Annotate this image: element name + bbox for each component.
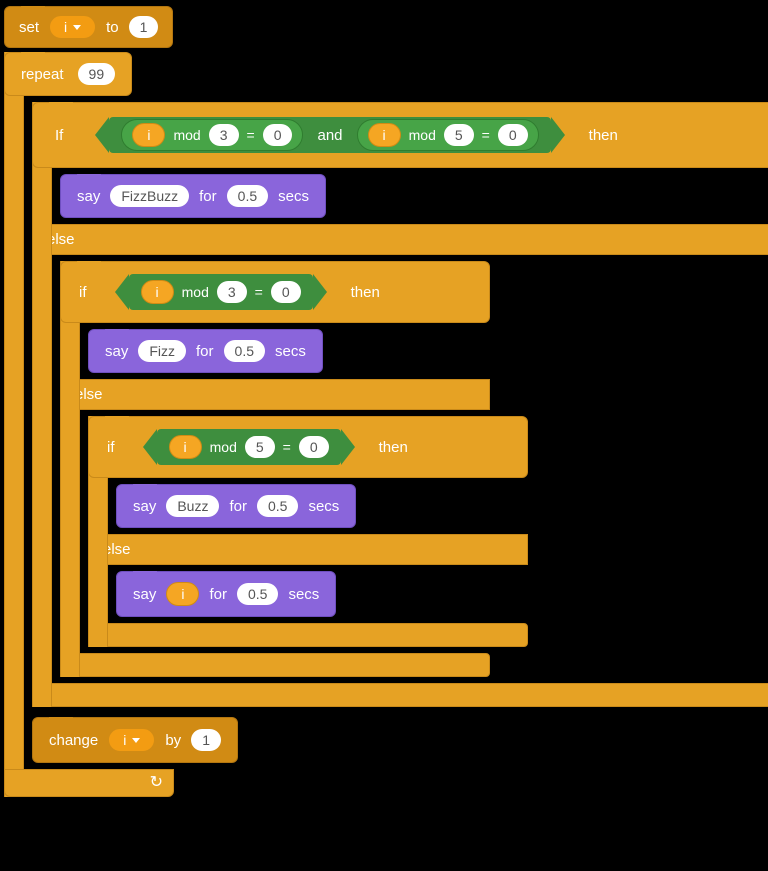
say-message-input[interactable]: Buzz: [166, 495, 219, 517]
for-keyword: for: [196, 343, 214, 360]
duration-input[interactable]: 0.5: [257, 495, 298, 517]
variable-reporter[interactable]: i: [132, 123, 165, 147]
duration-input[interactable]: 0.5: [224, 340, 265, 362]
mod-divisor-input[interactable]: 5: [444, 124, 474, 146]
compare-value-input[interactable]: 0: [271, 281, 301, 303]
loop-arrow-icon: ↻: [150, 772, 163, 792]
compare-value-input[interactable]: 0: [498, 124, 528, 146]
say-keyword: say: [133, 498, 156, 515]
variable-dropdown[interactable]: i: [49, 15, 96, 39]
if-keyword: if: [79, 284, 87, 301]
mod-keyword: mod: [173, 127, 200, 143]
repeat-block[interactable]: repeat 99: [4, 52, 132, 96]
to-keyword: to: [106, 19, 119, 36]
say-block-fizz[interactable]: say Fizz for 0.5 secs: [88, 329, 323, 373]
duration-input[interactable]: 0.5: [237, 583, 278, 605]
duration-input[interactable]: 0.5: [227, 185, 268, 207]
mod-eq-operator[interactable]: i mod 5 = 0: [157, 429, 341, 465]
repeat-block-end: ↻: [4, 769, 174, 797]
equals-keyword: =: [482, 127, 490, 143]
chevron-down-icon: [132, 738, 140, 743]
variable-reporter[interactable]: i: [166, 582, 199, 606]
for-keyword: for: [209, 586, 227, 603]
then-keyword: then: [379, 439, 408, 456]
value-input[interactable]: 1: [129, 16, 159, 38]
secs-keyword: secs: [278, 188, 309, 205]
for-keyword: for: [199, 188, 217, 205]
secs-keyword: secs: [275, 343, 306, 360]
variable-reporter[interactable]: i: [368, 123, 401, 147]
say-message-input[interactable]: Fizz: [138, 340, 186, 362]
if-block-end: [60, 653, 490, 677]
if-keyword: if: [107, 439, 115, 456]
change-variable-block[interactable]: change i by 1: [32, 717, 238, 763]
mod-eq-operator[interactable]: i mod 3 = 0: [129, 274, 313, 310]
say-keyword: say: [77, 188, 100, 205]
by-keyword: by: [165, 732, 181, 749]
if-block-2[interactable]: if i mod 3 = 0 then: [60, 261, 490, 323]
chevron-down-icon: [73, 25, 81, 30]
else-branch[interactable]: else: [88, 534, 528, 565]
say-block-fizzbuzz[interactable]: say FizzBuzz for 0.5 secs: [60, 174, 326, 218]
say-message-input[interactable]: FizzBuzz: [110, 185, 189, 207]
say-keyword: say: [105, 343, 128, 360]
variable-dropdown[interactable]: i: [108, 728, 155, 752]
if-block-end: [88, 623, 528, 647]
mod-divisor-input[interactable]: 3: [217, 281, 247, 303]
compare-value-input[interactable]: 0: [263, 124, 293, 146]
say-block-i[interactable]: say i for 0.5 secs: [116, 571, 336, 617]
set-keyword: set: [19, 19, 39, 36]
equals-keyword: =: [247, 127, 255, 143]
say-keyword: say: [133, 586, 156, 603]
then-keyword: then: [589, 127, 618, 144]
secs-keyword: secs: [308, 498, 339, 515]
variable-reporter[interactable]: i: [141, 280, 174, 304]
if-block-3[interactable]: if i mod 5 = 0: [88, 416, 528, 478]
mod-divisor-input[interactable]: 3: [209, 124, 239, 146]
for-keyword: for: [229, 498, 247, 515]
else-branch[interactable]: else: [32, 224, 768, 255]
variable-name: i: [123, 732, 126, 748]
repeat-keyword: repeat: [21, 66, 64, 83]
value-input[interactable]: 1: [191, 729, 221, 751]
set-variable-block[interactable]: set i to 1: [4, 6, 173, 48]
compare-value-input[interactable]: 0: [299, 436, 329, 458]
and-operator[interactable]: i mod 3 = 0 and i mod 5 = 0: [109, 117, 550, 153]
equals-keyword: =: [283, 439, 291, 455]
mod-divisor-input[interactable]: 5: [245, 436, 275, 458]
if-block-end: [32, 683, 768, 707]
mod-keyword: mod: [409, 127, 436, 143]
repeat-count-input[interactable]: 99: [78, 63, 116, 85]
mod-eq-operator-b[interactable]: i mod 5 = 0: [357, 119, 539, 151]
else-branch[interactable]: else: [60, 379, 490, 410]
then-keyword: then: [351, 284, 380, 301]
and-keyword: and: [311, 127, 348, 144]
say-block-buzz[interactable]: say Buzz for 0.5 secs: [116, 484, 356, 528]
if-keyword: If: [55, 127, 63, 144]
change-keyword: change: [49, 732, 98, 749]
secs-keyword: secs: [288, 586, 319, 603]
mod-keyword: mod: [210, 439, 237, 455]
mod-keyword: mod: [182, 284, 209, 300]
variable-reporter[interactable]: i: [169, 435, 202, 459]
if-block-1[interactable]: If i mod 3 = 0 and i mod: [32, 102, 768, 168]
equals-keyword: =: [255, 284, 263, 300]
variable-name: i: [64, 19, 67, 35]
mod-eq-operator-a[interactable]: i mod 3 = 0: [121, 119, 303, 151]
